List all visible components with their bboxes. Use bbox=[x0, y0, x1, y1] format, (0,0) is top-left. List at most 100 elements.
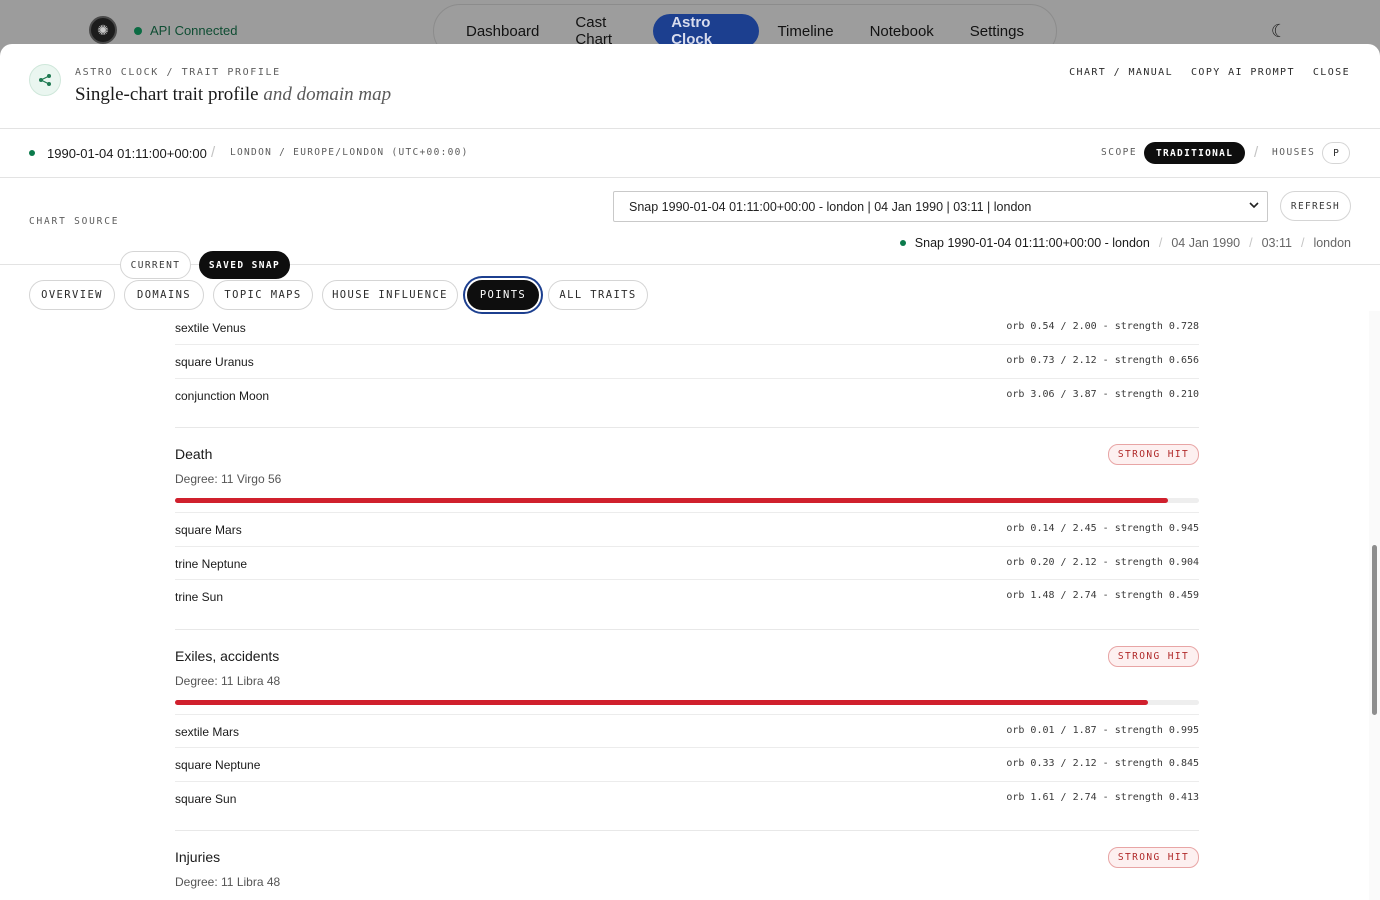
point-degree: Degree: 11 Libra 48 bbox=[175, 875, 281, 889]
close-button[interactable]: CLOSE bbox=[1313, 67, 1350, 78]
point-title: Exiles, accidents bbox=[175, 648, 280, 664]
list-item: sextile Mars orb 0.01 / 1.87 - strength … bbox=[175, 714, 1199, 748]
chevron-down-icon bbox=[1249, 200, 1259, 213]
page-title-emphasis: and domain map bbox=[263, 84, 392, 105]
aspect-name: trine Neptune bbox=[175, 557, 248, 571]
trait-profile-sheet: ASTRO CLOCK / TRAIT PROFILE Single-chart… bbox=[0, 44, 1380, 900]
share-icon[interactable] bbox=[29, 64, 61, 96]
snap-name: Snap 1990-01-04 01:11:00+00:00 - london bbox=[914, 236, 1150, 250]
chart-source-label: CHART SOURCE bbox=[29, 216, 120, 227]
scope-pill[interactable]: TRADITIONAL bbox=[1144, 142, 1246, 164]
tab-domains[interactable]: DOMAINS bbox=[124, 280, 204, 310]
nav-cast-chart[interactable]: Cast Chart bbox=[557, 14, 653, 48]
aspect-name: sextile Venus bbox=[175, 321, 246, 335]
aspect-orb: orb 0.20 / 2.12 - strength 0.904 bbox=[1006, 557, 1199, 568]
snap-info: Snap 1990-01-04 01:11:00+00:00 - london … bbox=[899, 236, 1351, 250]
separator: / bbox=[211, 144, 216, 161]
aspect-orb: orb 0.73 / 2.12 - strength 0.656 bbox=[1006, 355, 1199, 366]
header-actions: CHART / MANUAL COPY AI PROMPT CLOSE bbox=[1069, 67, 1350, 78]
point-title: Death bbox=[175, 446, 213, 462]
houses-label: HOUSES bbox=[1272, 147, 1316, 158]
aspect-orb: orb 1.61 / 2.74 - strength 0.413 bbox=[1006, 792, 1199, 803]
aspect-name: square Sun bbox=[175, 792, 237, 806]
separator: / bbox=[1254, 144, 1259, 161]
status-badge: STRONG HIT bbox=[1108, 444, 1199, 465]
list-item: trine Neptune orb 0.20 / 2.12 - strength… bbox=[175, 546, 1199, 580]
list-item: square Mars orb 0.14 / 2.45 - strength 0… bbox=[175, 512, 1199, 546]
nav-astro-clock[interactable]: Astro Clock bbox=[653, 14, 760, 48]
divider bbox=[175, 427, 1199, 428]
aspect-orb: orb 3.06 / 3.87 - strength 0.210 bbox=[1006, 389, 1199, 400]
strength-bar bbox=[175, 700, 1199, 705]
strength-bar-fill bbox=[175, 700, 1148, 705]
list-item: square Uranus orb 0.73 / 2.12 - strength… bbox=[175, 344, 1199, 378]
tab-overview[interactable]: OVERVIEW bbox=[29, 280, 115, 310]
aspect-name: square Mars bbox=[175, 523, 242, 537]
refresh-button[interactable]: REFRESH bbox=[1280, 191, 1351, 221]
separator: / bbox=[1158, 236, 1163, 250]
list-item: square Sun orb 1.61 / 2.74 - strength 0.… bbox=[175, 781, 1199, 815]
chart-source-row: CHART SOURCE CURRENT SAVED SNAP Snap 199… bbox=[0, 178, 1380, 279]
chart-location: LONDON / EUROPE/LONDON (UTC+00:00) bbox=[230, 147, 469, 158]
tab-topic-maps[interactable]: TOPIC MAPS bbox=[213, 280, 313, 310]
strength-bar bbox=[175, 498, 1199, 503]
points-list-scroll[interactable]: sextile Venus orb 0.54 / 2.00 - strength… bbox=[0, 311, 1380, 900]
breadcrumb: ASTRO CLOCK / TRAIT PROFILE bbox=[75, 67, 281, 78]
aspect-orb: orb 0.01 / 1.87 - strength 0.995 bbox=[1006, 725, 1199, 736]
status-badge: STRONG HIT bbox=[1108, 646, 1199, 667]
sheet-header: ASTRO CLOCK / TRAIT PROFILE Single-chart… bbox=[0, 44, 1380, 129]
divider bbox=[175, 830, 1199, 831]
list-item: trine Sun orb 1.48 / 2.74 - strength 0.4… bbox=[175, 579, 1199, 613]
point-title: Injuries bbox=[175, 849, 221, 865]
app-logo-icon[interactable]: ✺ bbox=[89, 16, 117, 44]
separator: / bbox=[1300, 236, 1305, 250]
chart-datetime: 1990-01-04 01:11:00+00:00 bbox=[47, 146, 207, 161]
tab-points[interactable]: POINTS bbox=[467, 280, 539, 310]
api-status: API Connected bbox=[134, 23, 237, 38]
page-title: Single-chart trait profile and domain ma… bbox=[75, 84, 391, 106]
point-degree: Degree: 11 Libra 48 bbox=[175, 674, 281, 688]
separator: / bbox=[1249, 236, 1253, 250]
chart-meta-row: 1990-01-04 01:11:00+00:00 / LONDON / EUR… bbox=[0, 129, 1380, 178]
snap-place: london bbox=[1313, 236, 1351, 250]
snap-time: 03:11 bbox=[1261, 236, 1292, 250]
aspect-orb: orb 0.14 / 2.45 - strength 0.945 bbox=[1006, 523, 1199, 534]
status-badge: STRONG HIT bbox=[1108, 847, 1199, 868]
snap-date: 04 Jan 1990 bbox=[1171, 236, 1241, 250]
status-dot-icon bbox=[899, 240, 906, 246]
aspect-orb: orb 0.33 / 2.12 - strength 0.845 bbox=[1006, 758, 1199, 769]
scope-label: SCOPE bbox=[1101, 147, 1138, 158]
aspect-name: square Neptune bbox=[175, 758, 261, 772]
scrollbar[interactable] bbox=[1369, 311, 1380, 900]
nav-timeline[interactable]: Timeline bbox=[759, 14, 851, 48]
api-status-label: API Connected bbox=[150, 23, 238, 38]
list-item: conjunction Moon orb 3.06 / 3.87 - stren… bbox=[175, 378, 1199, 412]
aspect-name: sextile Mars bbox=[175, 725, 240, 739]
divider bbox=[175, 629, 1199, 630]
aspect-name: conjunction Moon bbox=[175, 389, 270, 403]
strength-bar-fill bbox=[175, 498, 1169, 503]
point-degree: Degree: 11 Virgo 56 bbox=[175, 472, 282, 486]
houses-pill[interactable]: P bbox=[1322, 142, 1350, 164]
tab-house-influence[interactable]: HOUSE INFLUENCE bbox=[322, 280, 458, 310]
copy-ai-prompt-button[interactable]: COPY AI PROMPT bbox=[1191, 67, 1295, 78]
aspect-name: trine Sun bbox=[175, 590, 224, 604]
nav-dashboard[interactable]: Dashboard bbox=[448, 14, 557, 48]
moon-icon[interactable]: ☾ bbox=[1268, 20, 1290, 42]
snap-select[interactable]: Snap 1990-01-04 01:11:00+00:00 - london … bbox=[613, 191, 1268, 222]
list-item: square Neptune orb 0.33 / 2.12 - strengt… bbox=[175, 747, 1199, 781]
snap-select-value: Snap 1990-01-04 01:11:00+00:00 - london … bbox=[629, 199, 1032, 214]
aspect-orb: orb 1.48 / 2.74 - strength 0.459 bbox=[1006, 590, 1199, 601]
list-item: sextile Venus orb 0.54 / 2.00 - strength… bbox=[175, 311, 1199, 345]
tabs-row: OVERVIEW DOMAINS TOPIC MAPS HOUSE INFLUE… bbox=[0, 265, 1380, 311]
nav-notebook[interactable]: Notebook bbox=[852, 14, 952, 48]
nav-settings[interactable]: Settings bbox=[952, 14, 1042, 48]
tab-all-traits[interactable]: ALL TRAITS bbox=[548, 280, 648, 310]
chart-manual-link[interactable]: CHART / MANUAL bbox=[1069, 67, 1173, 78]
aspect-orb: orb 0.54 / 2.00 - strength 0.728 bbox=[1006, 321, 1199, 332]
scrollbar-thumb[interactable] bbox=[1372, 545, 1377, 715]
status-dot-icon bbox=[29, 150, 35, 156]
aspect-name: square Uranus bbox=[175, 355, 254, 369]
page-title-main: Single-chart trait profile bbox=[75, 84, 259, 105]
status-dot-icon bbox=[134, 26, 142, 35]
